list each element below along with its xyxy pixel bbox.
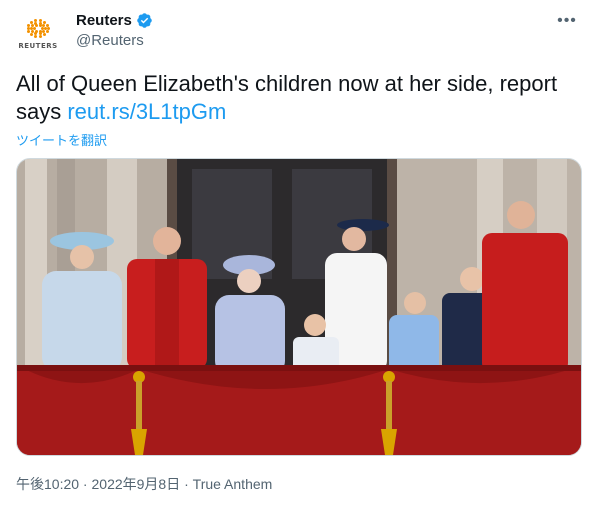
tweet-header: REUTERS Reuters @Reuters ••• (16, 10, 582, 56)
logo-dot (34, 34, 38, 38)
logo-dot (38, 19, 42, 23)
tweet-meta: 午後10:20 · 2022年9月8日 · True Anthem (16, 474, 272, 494)
logo-dot (42, 20, 46, 24)
author-name-block: Reuters @Reuters (76, 12, 153, 49)
reuters-logo-icon (25, 19, 51, 39)
display-name[interactable]: Reuters (76, 12, 132, 29)
logo-dot (42, 33, 46, 37)
royal-balcony-photo (17, 159, 581, 455)
translate-tweet-link[interactable]: ツイートを翻訳 (16, 130, 107, 149)
handle[interactable]: @Reuters (76, 32, 153, 49)
tweet-source[interactable]: True Anthem (193, 476, 273, 492)
tweet-link[interactable]: reut.rs/3L1tpGm (67, 99, 226, 124)
tweet-text: All of Queen Elizabeth's children now at… (16, 70, 582, 126)
logo-dot (34, 19, 38, 23)
logo-dot (26, 27, 30, 30)
tweet-photo[interactable] (16, 158, 582, 456)
logo-dot (45, 23, 49, 27)
logo-dot (45, 30, 49, 34)
avatar[interactable]: REUTERS (16, 12, 60, 56)
more-options-icon[interactable]: ••• (552, 10, 582, 32)
meta-separator: · (79, 476, 92, 492)
logo-dot (38, 34, 42, 38)
verified-badge-icon (137, 13, 152, 28)
tweet-time[interactable]: 午後10:20 (16, 476, 79, 492)
meta-separator: · (180, 476, 193, 492)
display-name-row[interactable]: Reuters (76, 12, 153, 29)
tweet-date[interactable]: 2022年9月8日 (92, 476, 181, 492)
logo-text: REUTERS (18, 41, 58, 50)
logo-dot (29, 27, 33, 30)
logo-dot (30, 33, 34, 37)
logo-dot (42, 23, 46, 27)
